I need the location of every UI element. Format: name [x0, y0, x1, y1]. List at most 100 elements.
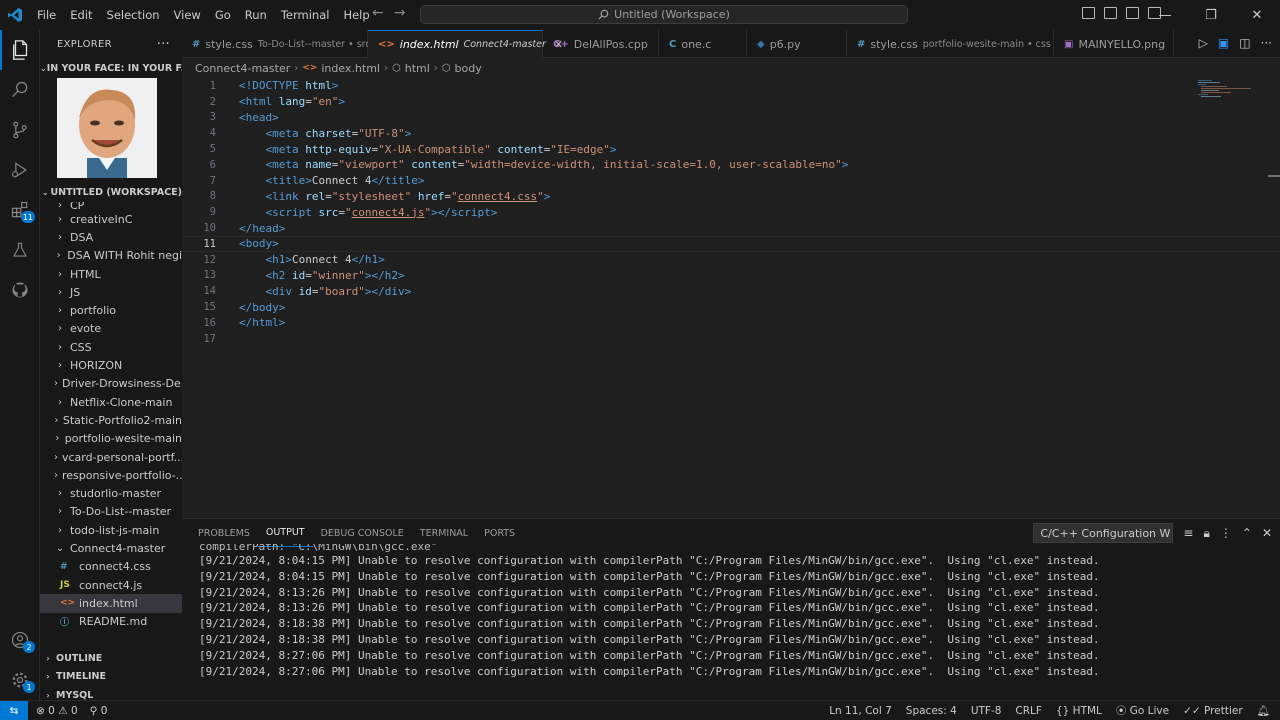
folder-partial[interactable]: › CP — [40, 202, 182, 210]
extensions-icon[interactable]: 11 — [0, 190, 40, 230]
line-ending[interactable]: CRLF — [1015, 705, 1042, 717]
maximize-icon[interactable]: ❐ — [1188, 0, 1234, 30]
folder-item[interactable]: › portfolio-wesite-main — [40, 430, 182, 448]
folder-item[interactable]: › Netflix-Clone-main — [40, 393, 182, 411]
lock-scroll-icon[interactable]: 🔒︎ — [1203, 526, 1209, 541]
folder-item[interactable]: › DSA WITH Rohit negi — [40, 247, 182, 265]
close-panel-icon[interactable]: ✕ — [1262, 526, 1272, 540]
search-icon[interactable] — [0, 70, 40, 110]
folder-item[interactable]: › HTML — [40, 265, 182, 283]
ports-status[interactable]: ⚲ 0 — [90, 705, 108, 717]
forward-arrow-icon[interactable]: → — [394, 5, 406, 21]
folder-item[interactable]: › creativeInC — [40, 210, 182, 228]
encoding[interactable]: UTF-8 — [971, 705, 1002, 717]
tab-terminal[interactable]: TERMINAL — [412, 519, 476, 547]
timeline-section-header[interactable]: › TIMELINE — [40, 667, 182, 686]
maximize-panel-icon[interactable]: ⌃ — [1242, 526, 1252, 540]
remote-icon[interactable]: ⇆ — [0, 700, 28, 720]
folder-item[interactable]: › evote — [40, 320, 182, 338]
file-item[interactable]: # connect4.css — [40, 558, 182, 576]
editor-tab[interactable]: ▣ MAINYELLO.png — [1054, 30, 1174, 58]
breadcrumb-html[interactable]: html — [405, 62, 430, 75]
source-control-icon[interactable] — [0, 110, 40, 150]
folder-item[interactable]: › JS — [40, 283, 182, 301]
manage-gear-icon[interactable]: 1 — [0, 660, 40, 700]
live-preview-icon[interactable]: ▣ — [1218, 36, 1229, 50]
folder-item[interactable]: › CSS — [40, 338, 182, 356]
scrollbar-indicator[interactable] — [1268, 175, 1280, 177]
menu-view[interactable]: View — [167, 0, 208, 30]
folder-item[interactable]: › DSA — [40, 228, 182, 246]
editor-tab[interactable]: # style.css portfolio-wesite-main • css — [847, 30, 1054, 58]
menu-selection[interactable]: Selection — [100, 0, 167, 30]
toggle-primary-sidebar-icon[interactable] — [1082, 7, 1095, 19]
indentation[interactable]: Spaces: 4 — [906, 705, 957, 717]
folder-item[interactable]: › Static-Portfolio2-main — [40, 411, 182, 429]
file-item[interactable]: <> index.html — [40, 594, 182, 613]
menu-file[interactable]: File — [30, 0, 63, 30]
folder-item[interactable]: › portfolio — [40, 301, 182, 319]
outline-section-header[interactable]: › OUTLINE — [40, 649, 182, 668]
editor-tab[interactable]: <> index.html Connect4-master ✕ — [368, 30, 563, 58]
run-debug-icon[interactable] — [0, 150, 40, 190]
language-mode[interactable]: {} HTML — [1056, 705, 1102, 717]
folder-item[interactable]: › todo-list-js-main — [40, 521, 182, 539]
minimap[interactable] — [1198, 80, 1258, 100]
minimize-icon[interactable]: — — [1142, 0, 1188, 30]
folder-item[interactable]: › HORIZON — [40, 356, 182, 374]
toggle-secondary-sidebar-icon[interactable] — [1126, 7, 1139, 19]
folder-connect4-master[interactable]: ⌄ Connect4-master — [40, 539, 182, 557]
cursor-position[interactable]: Ln 11, Col 7 — [829, 705, 892, 717]
file-item[interactable]: ⓘ README.md — [40, 613, 182, 631]
problems-status[interactable]: ⊗ 0 ⚠ 0 — [36, 705, 78, 717]
output-channel-select[interactable]: C/C++ Configuration W ⌄ — [1033, 523, 1174, 543]
folder-item[interactable]: › responsive-portfolio-... — [40, 466, 182, 484]
breadcrumb-folder[interactable]: Connect4-master — [195, 62, 290, 75]
accounts-icon[interactable]: 2 — [0, 620, 40, 660]
explorer-icon[interactable] — [0, 30, 40, 70]
mysql-section-header[interactable]: › MYSQL — [40, 686, 182, 700]
back-arrow-icon[interactable]: ← — [372, 5, 384, 21]
tab-problems[interactable]: PROBLEMS — [190, 519, 258, 547]
tab-output[interactable]: OUTPUT — [257, 519, 313, 547]
tab-debug-console[interactable]: DEBUG CONSOLE — [313, 519, 412, 547]
editor-tab[interactable]: ◆ p6.py — [747, 30, 847, 58]
github-icon[interactable] — [0, 270, 40, 310]
folder-item[interactable]: › Driver-Drowsiness-De... — [40, 375, 182, 393]
folder-item[interactable]: › To-Do-List--master — [40, 503, 182, 521]
breadcrumb-body[interactable]: body — [455, 62, 482, 75]
menu-edit[interactable]: Edit — [63, 0, 99, 30]
more-actions-icon[interactable]: ··· — [1261, 36, 1272, 50]
editor-tab[interactable]: # style.css To-Do-List--master • src — [182, 30, 371, 58]
testing-flask-icon[interactable] — [0, 230, 40, 270]
prettier-status[interactable]: ✓✓ Prettier — [1183, 705, 1243, 717]
more-actions-icon[interactable]: ··· — [157, 37, 170, 52]
run-play-icon[interactable]: ▷ — [1199, 36, 1208, 50]
output-log[interactable]: compilerPath: "C:\MinGW\bin\gcc.exe" [9/… — [182, 544, 1280, 680]
file-item[interactable]: JS connect4.js — [40, 576, 182, 594]
breadcrumb-file[interactable]: index.html — [321, 62, 380, 75]
editor-tab[interactable]: C+ DelAllPos.cpp — [543, 30, 659, 58]
menu-go[interactable]: Go — [208, 0, 238, 30]
toggle-panel-icon[interactable] — [1104, 7, 1117, 19]
folder-item[interactable]: › studorlio-master — [40, 484, 182, 502]
menu-terminal[interactable]: Terminal — [274, 0, 337, 30]
notifications-bell-icon[interactable]: 🔔︎ — [1257, 704, 1270, 717]
code-text: <title>Connect 4</title> — [265, 174, 425, 188]
command-center-search[interactable]: Untitled (Workspace) — [420, 5, 908, 24]
code-line: 3 <head> — [182, 110, 1280, 126]
tab-ports[interactable]: PORTS — [476, 519, 523, 547]
folder-item[interactable]: › vcard-personal-portf... — [40, 448, 182, 466]
workspace-section-header[interactable]: ⌄ UNTITLED (WORKSPACE) — [40, 182, 182, 202]
editor-tab[interactable]: Cone.c — [659, 30, 747, 58]
more-actions-icon[interactable]: ⋮ — [1220, 526, 1232, 540]
code-editor[interactable]: 1 <!DOCTYPE html> 2 <html lang="en"> 3 <hea… — [182, 78, 1280, 518]
menu-run[interactable]: Run — [238, 0, 274, 30]
menu-help[interactable]: Help — [336, 0, 376, 30]
go-live-button[interactable]: ⦿ Go Live — [1116, 703, 1169, 718]
chevron-right-icon: › — [54, 451, 58, 463]
close-window-icon[interactable]: ✕ — [1234, 0, 1280, 30]
split-editor-icon[interactable]: ◫ — [1239, 36, 1250, 50]
profile-section-header[interactable]: ⌄ IN YOUR FACE: IN YOUR F... — [40, 58, 182, 78]
clear-output-icon[interactable]: ≡ — [1183, 526, 1193, 540]
